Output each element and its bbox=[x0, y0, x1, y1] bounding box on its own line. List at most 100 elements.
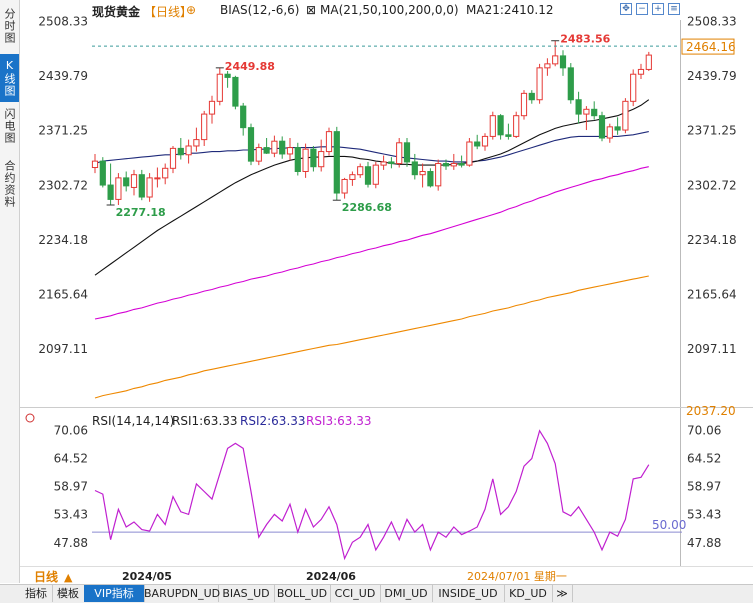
price-tick-left: 2234.18 bbox=[38, 233, 88, 247]
candle-body bbox=[201, 113, 208, 141]
indicator-tab[interactable]: DMI_UD bbox=[380, 585, 433, 602]
indicator-tab[interactable]: BARUPDN_UD bbox=[144, 585, 220, 602]
candle-body bbox=[279, 140, 286, 155]
indicator-tab[interactable]: KD_UD bbox=[504, 585, 553, 602]
rsi-tick-left: 53.43 bbox=[54, 508, 88, 522]
candle-body bbox=[637, 68, 645, 75]
candle-body bbox=[185, 145, 192, 156]
price-tick-left: 2165.64 bbox=[38, 288, 88, 302]
candle-body bbox=[403, 142, 411, 163]
candle-body bbox=[294, 147, 301, 173]
chart-background bbox=[20, 20, 753, 584]
candle-body bbox=[435, 163, 442, 187]
price-tick-left: 2302.72 bbox=[38, 178, 88, 192]
rsi-tick-left: 64.52 bbox=[54, 451, 88, 465]
candle-body bbox=[232, 76, 239, 107]
indicator-tab[interactable]: BIAS_UD bbox=[218, 585, 275, 602]
candle-body bbox=[591, 108, 598, 117]
rsi3-value: RSI3:63.33 bbox=[306, 414, 372, 428]
candle-body bbox=[123, 177, 130, 187]
candle-body bbox=[162, 167, 169, 179]
rsi-tick-right: 53.43 bbox=[687, 508, 721, 522]
candle-body bbox=[458, 163, 465, 166]
candle-body bbox=[567, 67, 574, 101]
candle-body bbox=[107, 184, 114, 200]
indicator-tab[interactable]: 模板 bbox=[52, 585, 85, 602]
candle-body bbox=[99, 160, 106, 186]
candle-body bbox=[341, 178, 348, 194]
candle-body bbox=[247, 127, 255, 162]
candle-body bbox=[513, 115, 520, 137]
candle-body bbox=[115, 177, 122, 200]
candle-body bbox=[450, 163, 457, 167]
candle-body bbox=[240, 105, 247, 129]
candle-body bbox=[364, 166, 372, 185]
price-tick-right: 2439.79 bbox=[687, 69, 737, 83]
indicator-tab[interactable]: CCI_UD bbox=[330, 585, 381, 602]
high-price-label: 2483.56 bbox=[560, 33, 610, 46]
candle-body bbox=[505, 134, 512, 137]
candle-body bbox=[466, 141, 473, 166]
price-bottom-label: 2037.20 bbox=[686, 404, 736, 418]
high-price-label: 2449.88 bbox=[225, 60, 275, 73]
candle-body bbox=[169, 147, 177, 169]
candle-body bbox=[255, 147, 262, 162]
candle-body bbox=[520, 92, 528, 117]
candle-body bbox=[474, 141, 481, 147]
candle-body bbox=[489, 115, 496, 137]
candle-body bbox=[224, 73, 231, 78]
indicator-tab[interactable]: INSIDE_UD bbox=[432, 585, 505, 602]
candle-body bbox=[614, 126, 621, 131]
price-tick-right: 2165.64 bbox=[687, 288, 737, 302]
candle-body bbox=[263, 147, 270, 154]
indicator-tab-bar: 指标 模板 VIP指标 BARUPDN_UD BIAS_UD BOLL_UD CCI_UD D… bbox=[0, 584, 753, 603]
candle-body bbox=[622, 100, 629, 131]
price-tick-left: 2439.79 bbox=[38, 69, 88, 83]
rsi-name: RSI(14,14,14) bbox=[92, 414, 174, 428]
candle-body bbox=[442, 163, 450, 167]
candle-body bbox=[481, 135, 489, 147]
price-tick-right: 2302.72 bbox=[687, 178, 737, 192]
candle-body bbox=[606, 126, 613, 139]
rsi2-value: RSI2:63.33 bbox=[240, 414, 306, 428]
rsi-tick-left: 47.88 bbox=[54, 536, 88, 550]
price-tick-right: 2508.33 bbox=[687, 14, 737, 28]
candle-body bbox=[357, 166, 364, 176]
candle-body bbox=[528, 92, 535, 101]
candle-body bbox=[302, 148, 309, 173]
candle-body bbox=[271, 140, 278, 154]
indicator-tab[interactable]: ≫ bbox=[552, 585, 573, 602]
candle-body bbox=[583, 108, 590, 115]
rsi-tick-right: 47.88 bbox=[687, 536, 721, 550]
last-price-value: 2464.16 bbox=[686, 40, 736, 54]
candle-body bbox=[536, 67, 543, 101]
rsi1-value: RSI1:63.33 bbox=[172, 414, 238, 428]
period-selector[interactable]: 日线 bbox=[34, 569, 58, 584]
candle-body bbox=[552, 55, 559, 65]
rsi-reference-label: 50.00 bbox=[652, 518, 686, 532]
rsi-tick-left: 70.06 bbox=[54, 423, 88, 437]
candle-body bbox=[177, 147, 184, 156]
candle-body bbox=[388, 161, 395, 165]
indicator-tab[interactable]: BOLL_UD bbox=[274, 585, 331, 602]
rsi-tick-right: 58.97 bbox=[687, 480, 721, 494]
rsi-tick-right: 70.06 bbox=[687, 423, 721, 437]
candle-body bbox=[630, 73, 637, 102]
candle-body bbox=[372, 164, 379, 185]
candle-body bbox=[154, 177, 161, 180]
candle-body bbox=[419, 171, 426, 176]
candle-body bbox=[146, 177, 153, 198]
period-dropdown-icon[interactable]: ▲ bbox=[64, 571, 73, 584]
candle-body bbox=[193, 139, 200, 147]
candle-body bbox=[91, 160, 99, 169]
candle-body bbox=[130, 174, 138, 188]
candle-body bbox=[310, 148, 317, 168]
candle-body bbox=[396, 142, 403, 165]
candle-body bbox=[216, 73, 223, 102]
candle-body bbox=[411, 161, 418, 176]
indicator-tab[interactable]: VIP指标 bbox=[84, 585, 145, 602]
indicator-tab[interactable]: 指标 bbox=[20, 585, 53, 602]
time-axis-label: 2024/05 bbox=[122, 570, 172, 583]
candle-body bbox=[645, 54, 652, 70]
price-tick-left: 2097.11 bbox=[38, 342, 88, 356]
